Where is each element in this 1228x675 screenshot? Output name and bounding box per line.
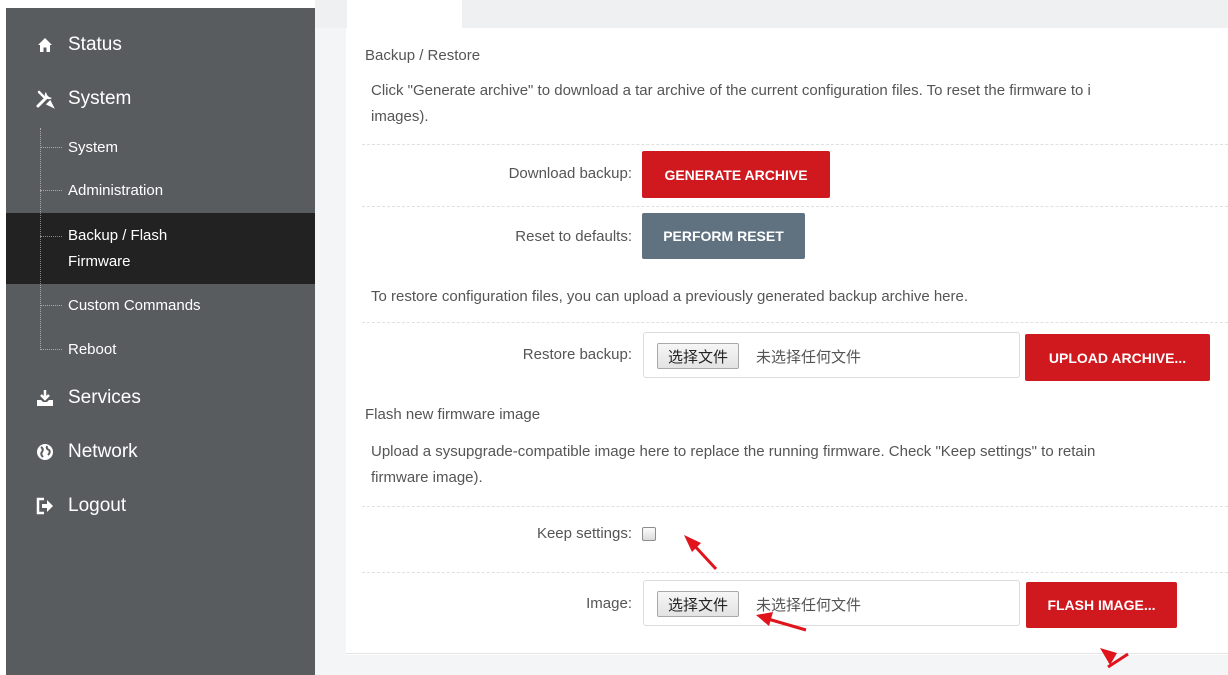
arrow-icon — [756, 612, 807, 632]
arrow-icon — [684, 535, 718, 571]
annotation-overlay — [684, 535, 1129, 669]
arrow-icon — [1100, 648, 1129, 669]
